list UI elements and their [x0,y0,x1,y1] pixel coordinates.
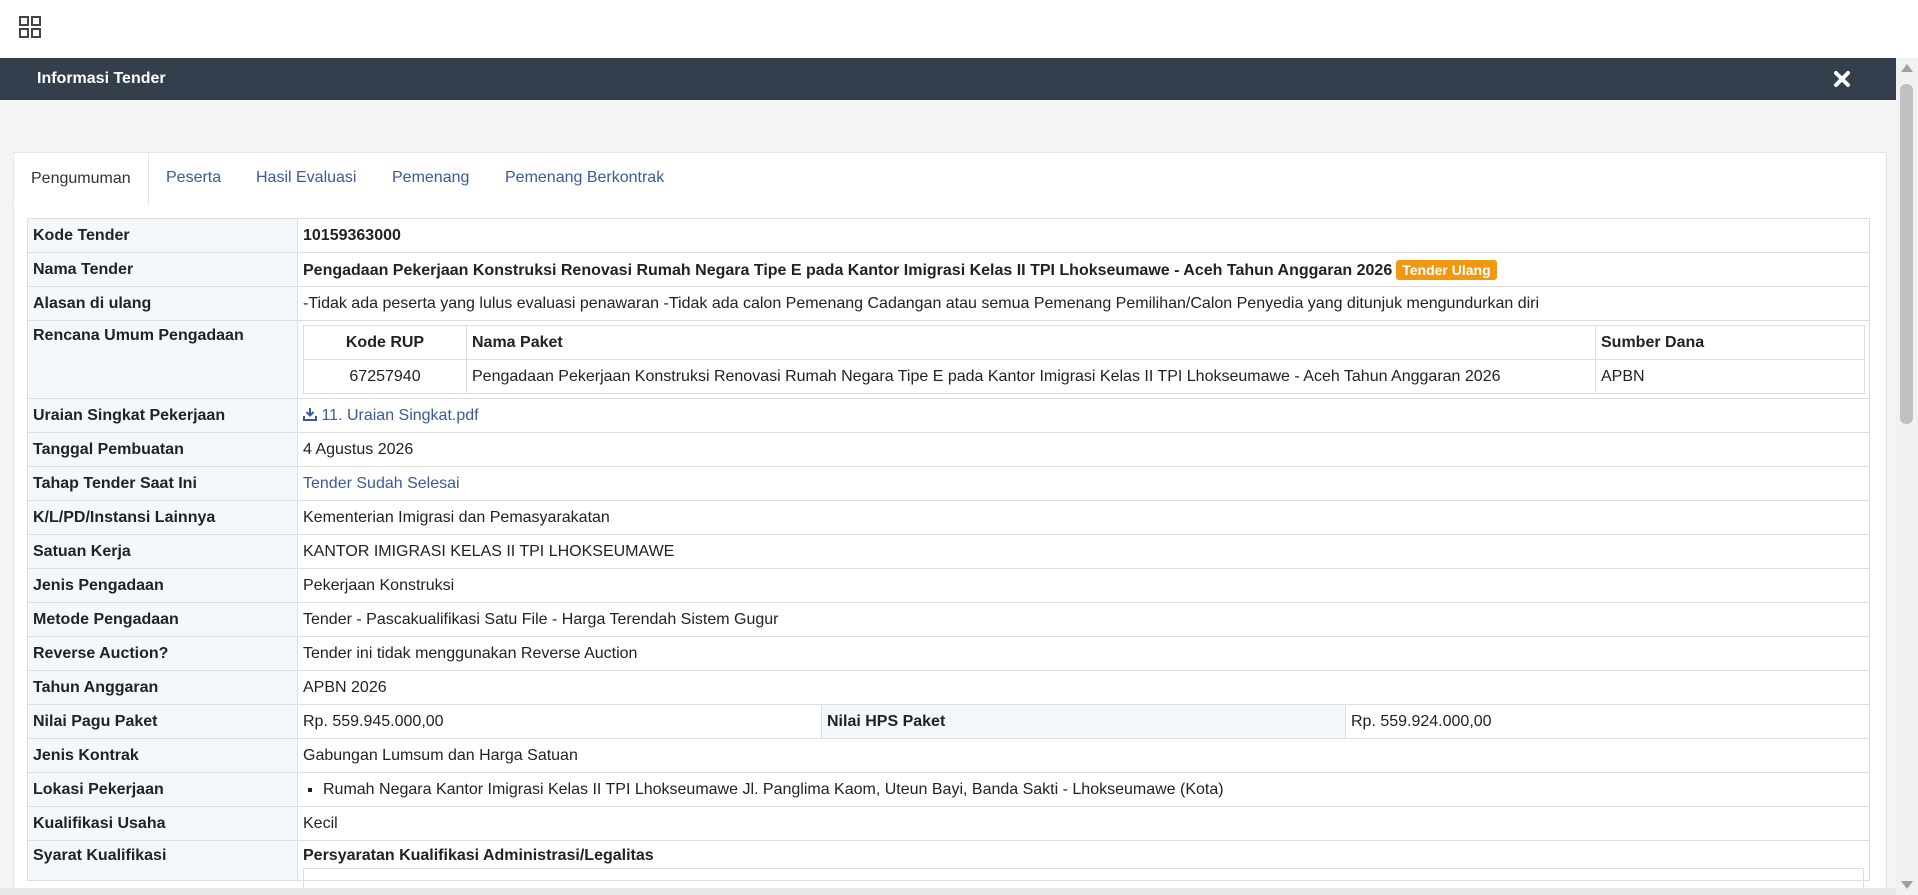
lokasi-list: Rumah Negara Kantor Imigrasi Kelas II TP… [303,781,1864,799]
row-label: Rencana Umum Pengadaan [27,320,298,399]
rup-cell: Kode RUP Nama Paket Sumber Dana 67257940… [297,320,1870,399]
row-label: Jenis Kontrak [27,738,298,773]
scrollbar-thumb[interactable] [1900,84,1913,424]
modal-title: Informasi Tender [37,70,166,87]
tahap-link[interactable]: Tender Sudah Selesai [303,475,460,492]
scroll-up-icon[interactable] [1901,64,1913,72]
row-label: Nama Tender [27,252,298,287]
kode-tender-value: 10159363000 [297,218,1870,253]
tender-info-table: Kode Tender 10159363000 Nama Tender Peng… [27,218,1870,890]
uraian-cell: 11. Uraian Singkat.pdf [297,398,1870,433]
download-icon [303,407,317,421]
row-label: Syarat Kualifikasi [27,840,298,881]
table-row: Tahap Tender Saat Ini Tender Sudah Seles… [27,466,1870,501]
table-row: Jenis Pengadaan Pekerjaan Konstruksi [27,568,1870,603]
kualifikasi-value: Kecil [297,806,1870,841]
nama-tender-cell: Pengadaan Pekerjaan Konstruksi Renovasi … [297,252,1870,287]
table-row: Tahun Anggaran APBN 2026 [27,670,1870,705]
row-label: Jenis Pengadaan [27,568,298,603]
lokasi-cell: Rumah Negara Kantor Imigrasi Kelas II TP… [297,772,1870,807]
table-row: Kode Tender 10159363000 [27,218,1870,253]
satuan-value: KANTOR IMIGRASI KELAS II TPI LHOKSEUMAWE [297,534,1870,569]
table-row: Syarat Kualifikasi Persyaratan Kualifika… [27,840,1870,890]
row-label: Alasan di ulang [27,286,298,321]
rup-row: 67257940 Pengadaan Pekerjaan Konstruksi … [303,359,1865,394]
table-row: Nama Tender Pengadaan Pekerjaan Konstruk… [27,252,1870,287]
tab-pemenang[interactable]: Pemenang [392,152,469,204]
tab-pengumuman[interactable]: Pengumuman [13,152,149,206]
row-label: Uraian Singkat Pekerjaan [27,398,298,433]
grid-icon[interactable] [19,16,41,38]
pagu-value: Rp. 559.945.000,00 [297,704,822,739]
table-row: Jenis Kontrak Gabungan Lumsum dan Harga … [27,738,1870,773]
rup-table: Kode RUP Nama Paket Sumber Dana 67257940… [303,325,1865,394]
bottom-edge [0,888,1896,895]
jenis-kontrak-value: Gabungan Lumsum dan Harga Satuan [297,738,1870,773]
table-row: Tanggal Pembuatan 4 Agustus 2026 [27,432,1870,467]
row-label: Kode Tender [27,218,298,253]
tahap-cell: Tender Sudah Selesai [297,466,1870,501]
rup-nama: Pengadaan Pekerjaan Konstruksi Renovasi … [466,359,1596,394]
row-label: Metode Pengadaan [27,602,298,637]
table-row: Nilai Pagu Paket Rp. 559.945.000,00 Nila… [27,704,1870,739]
reverse-value: Tender ini tidak menggunakan Reverse Auc… [297,636,1870,671]
tanggal-value: 4 Agustus 2026 [297,432,1870,467]
rup-col-header: Kode RUP [303,325,467,360]
info-content: Kode Tender 10159363000 Nama Tender Peng… [27,218,1870,890]
close-icon[interactable] [1832,69,1852,89]
table-row: K/L/PD/Instansi Lainnya Kementerian Imig… [27,500,1870,535]
scroll-down-icon[interactable] [1901,881,1913,889]
table-row: Lokasi Pekerjaan Rumah Negara Kantor Imi… [27,772,1870,807]
rup-sumber: APBN [1595,359,1865,394]
row-label: Nilai Pagu Paket [27,704,298,739]
jenis-pengadaan-value: Pekerjaan Konstruksi [297,568,1870,603]
row-label: Tahap Tender Saat Ini [27,466,298,501]
rup-col-header: Nama Paket [466,325,1596,360]
metode-value: Tender - Pascakualifikasi Satu File - Ha… [297,602,1870,637]
tab-hasil-evaluasi[interactable]: Hasil Evaluasi [256,152,356,204]
row-label: Kualifikasi Usaha [27,806,298,841]
rup-kode: 67257940 [303,359,467,394]
uraian-file-name: 11. Uraian Singkat.pdf [321,406,479,424]
tender-ulang-badge: Tender Ulang [1396,259,1497,280]
table-row: Metode Pengadaan Tender - Pascakualifika… [27,602,1870,637]
row-label: Tanggal Pembuatan [27,432,298,467]
hps-value: Rp. 559.924.000,00 [1345,704,1870,739]
row-label: Reverse Auction? [27,636,298,671]
row-label: Satuan Kerja [27,534,298,569]
row-label: Lokasi Pekerjaan [27,772,298,807]
table-row: Satuan Kerja KANTOR IMIGRASI KELAS II TP… [27,534,1870,569]
row-label: K/L/PD/Instansi Lainnya [27,500,298,535]
nama-tender-value: Pengadaan Pekerjaan Konstruksi Renovasi … [303,261,1393,279]
row-label: Tahun Anggaran [27,670,298,705]
tab-pemenang-berkontrak[interactable]: Pemenang Berkontrak [505,152,664,204]
tab-peserta[interactable]: Peserta [166,152,221,204]
table-row: Kualifikasi Usaha Kecil [27,806,1870,841]
table-row: Rencana Umum Pengadaan Kode RUP Nama Pak… [27,320,1870,399]
uraian-download-link[interactable]: 11. Uraian Singkat.pdf [303,407,479,424]
modal-header: Informasi Tender [0,58,1896,100]
list-item: Rumah Negara Kantor Imigrasi Kelas II TP… [323,781,1864,799]
rup-header-row: Kode RUP Nama Paket Sumber Dana [303,325,1865,360]
tahun-value: APBN 2026 [297,670,1870,705]
syarat-heading: Persyaratan Kualifikasi Administrasi/Leg… [303,847,654,864]
hps-label: Nilai HPS Paket [821,704,1346,739]
scrollbar[interactable] [1896,58,1918,895]
klpd-value: Kementerian Imigrasi dan Pemasyarakatan [297,500,1870,535]
syarat-nested-table [303,868,1864,890]
table-row: Uraian Singkat Pekerjaan 11. Uraian Sing… [27,398,1870,433]
table-row: Reverse Auction? Tender ini tidak menggu… [27,636,1870,671]
table-row: Alasan di ulang -Tidak ada peserta yang … [27,286,1870,321]
rup-col-header: Sumber Dana [1595,325,1865,360]
top-bar [0,0,1918,58]
syarat-cell: Persyaratan Kualifikasi Administrasi/Leg… [297,840,1870,890]
alasan-value: -Tidak ada peserta yang lulus evaluasi p… [297,286,1870,321]
